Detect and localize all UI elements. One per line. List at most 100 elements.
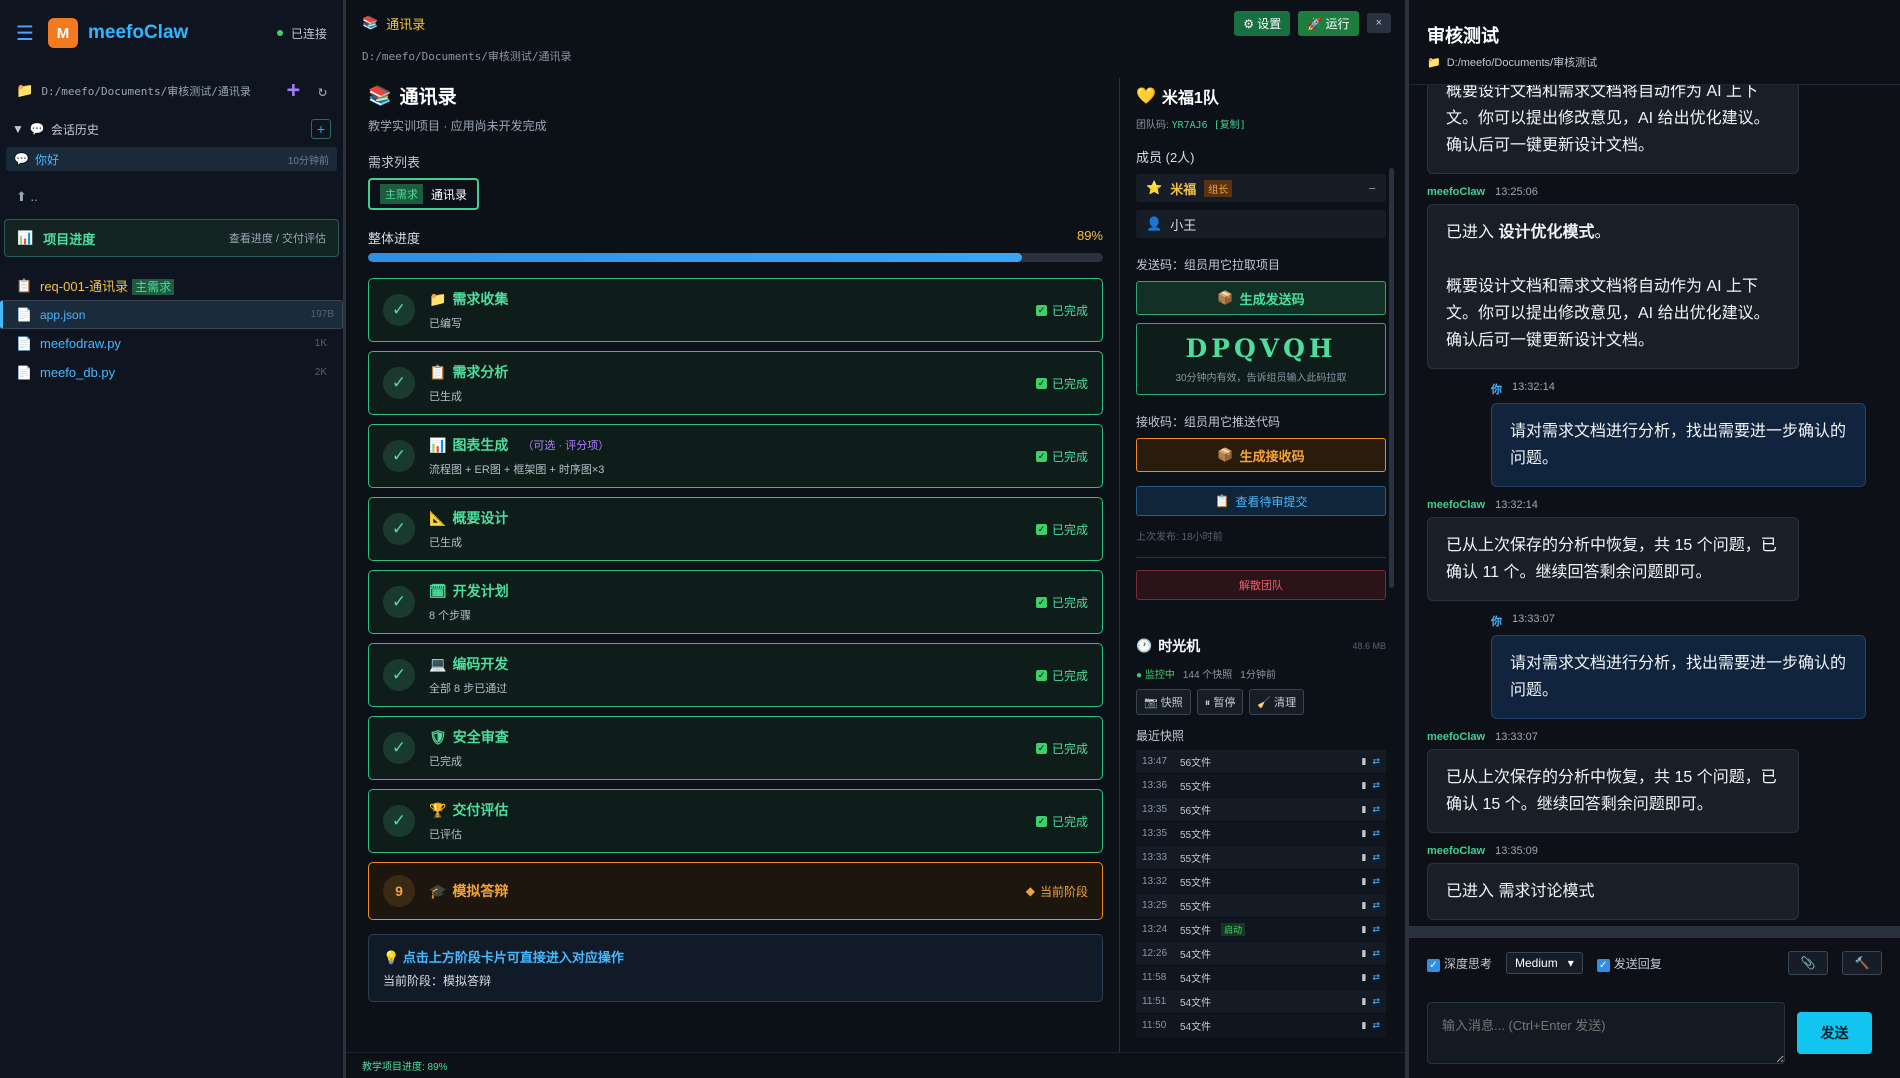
- file-icon[interactable]: ▮: [1362, 828, 1367, 839]
- collapse-icon[interactable]: ▼: [12, 122, 24, 136]
- snapshot-row[interactable]: 13:24 55文件 启动 ▮ ⇄: [1136, 918, 1386, 942]
- pending-review-label: 查看待审提交: [1235, 494, 1308, 509]
- stage-card[interactable]: ✓ 📋 需求分析 已生成 ✓ 已完成: [368, 351, 1103, 415]
- menu-icon[interactable]: ☰: [16, 21, 38, 46]
- restore-icon[interactable]: ⇄: [1372, 852, 1380, 863]
- session-item[interactable]: 💬 你好 10分钟前: [6, 147, 337, 171]
- new-session-button[interactable]: +: [311, 119, 331, 139]
- generate-send-code-button[interactable]: 📦 生成发送码: [1136, 281, 1386, 315]
- file-item[interactable]: 📄 meefo_db.py 2K: [0, 358, 343, 387]
- file-icon[interactable]: ▮: [1362, 1020, 1367, 1031]
- stage-card[interactable]: ✓ 📊 图表生成 （可选 · 评分项） 流程图 + ER图 + 框架图 + 时序图×…: [368, 424, 1103, 488]
- snapshot-row[interactable]: 11:51 54文件 ▮ ⇄: [1136, 990, 1386, 1014]
- check-icon: ✓: [383, 659, 415, 691]
- restore-icon[interactable]: ⇄: [1372, 1020, 1380, 1031]
- project-progress-button[interactable]: 📊 项目进度 查看进度 / 交付评估: [4, 219, 339, 257]
- snapshot-row[interactable]: 13:35 56文件 ▮ ⇄: [1136, 798, 1386, 822]
- refresh-icon[interactable]: ↻: [318, 82, 327, 100]
- snapshot-row[interactable]: 11:50 54文件 ▮ ⇄: [1136, 1014, 1386, 1038]
- stage-card[interactable]: ✓ 🗓 开发计划 8 个步骤 ✓ 已完成: [368, 570, 1103, 634]
- message-time: 13:25:06: [1495, 186, 1538, 198]
- restore-icon[interactable]: ⇄: [1372, 876, 1380, 887]
- send-button[interactable]: 发送: [1797, 1012, 1872, 1054]
- scrollbar[interactable]: [1409, 926, 1900, 938]
- message-line: 请对需求文档进行分析，找出需要进一步确认的: [1510, 655, 1847, 672]
- restore-icon[interactable]: ⇄: [1372, 948, 1380, 959]
- member-item[interactable]: 👤 小王: [1136, 210, 1386, 238]
- parent-dir-label: ..: [30, 189, 38, 204]
- last-publish: 上次发布: 18小时前: [1136, 532, 1223, 543]
- file-item[interactable]: 📋 req-001-通讯录 主需求: [0, 271, 343, 300]
- snapshot-row[interactable]: 12:26 54文件 ▮ ⇄: [1136, 942, 1386, 966]
- restore-icon[interactable]: ⇄: [1372, 972, 1380, 983]
- file-icon[interactable]: ▮: [1362, 972, 1367, 983]
- broom-icon: 🧹: [1257, 697, 1272, 709]
- pending-review-button[interactable]: 📋 查看待审提交: [1136, 486, 1386, 516]
- scrollbar[interactable]: [1389, 168, 1394, 588]
- restore-icon[interactable]: ⇄: [1372, 924, 1380, 935]
- run-button[interactable]: 🚀 运行: [1298, 10, 1359, 36]
- level-select[interactable]: Medium ▾: [1506, 952, 1583, 974]
- req-chip[interactable]: 主需求 通讯录: [368, 178, 480, 210]
- stage-card[interactable]: ✓ 💻 编码开发 全部 8 步已通过 ✓ 已完成: [368, 643, 1103, 707]
- parent-dir[interactable]: ⬆ ..: [0, 173, 343, 213]
- snapshot-button[interactable]: 📷 快照: [1136, 689, 1191, 715]
- file-icon[interactable]: ▮: [1362, 996, 1367, 1007]
- file-icon[interactable]: ▮: [1362, 852, 1367, 863]
- file-item[interactable]: 📄 meefodraw.py 1K: [0, 329, 343, 358]
- snapshot-row[interactable]: 13:25 55文件 ▮ ⇄: [1136, 894, 1386, 918]
- file-item[interactable]: 📄 app.json 197B: [0, 300, 343, 329]
- close-button[interactable]: ×: [1366, 13, 1391, 33]
- snapshot-row[interactable]: 13:32 55文件 ▮ ⇄: [1136, 870, 1386, 894]
- file-name: req-001-通讯录 主需求: [40, 276, 327, 295]
- file-icon[interactable]: ▮: [1362, 804, 1367, 815]
- generate-send-code-label: 生成发送码: [1239, 291, 1305, 307]
- restore-icon[interactable]: ⇄: [1372, 900, 1380, 911]
- chat-message: 你 13:32:14 请对需求文档进行分析，找出需要进一步确认的 问题。: [1427, 381, 1882, 487]
- settings-button[interactable]: ⚙ 设置: [1234, 10, 1291, 36]
- stage-card-current[interactable]: 9 🎓 模拟答辩 ◆ 当前阶段: [368, 862, 1103, 920]
- generate-recv-code-button[interactable]: 📦 生成接收码: [1136, 438, 1386, 472]
- clean-button[interactable]: 🧹 清理: [1249, 689, 1305, 715]
- heart-icon: 💛: [1136, 88, 1156, 105]
- send-code[interactable]: DPQVQH: [1185, 334, 1336, 363]
- check-icon: ✓: [383, 586, 415, 618]
- restore-icon[interactable]: ⇄: [1372, 996, 1380, 1007]
- restore-icon[interactable]: ⇄: [1372, 780, 1380, 791]
- stage-card[interactable]: ✓ 📐 概要设计 已生成 ✓ 已完成: [368, 497, 1103, 561]
- team-code[interactable]: YR7AJ6 [复制]: [1172, 120, 1246, 131]
- snapshot-interval: 1分钟前: [1240, 670, 1276, 681]
- snapshot-row[interactable]: 13:33 55文件 ▮ ⇄: [1136, 846, 1386, 870]
- file-icon[interactable]: ▮: [1362, 876, 1367, 887]
- restore-icon[interactable]: ⇄: [1372, 756, 1380, 767]
- message-input[interactable]: [1427, 1002, 1785, 1064]
- message-line: 问题。: [1510, 450, 1559, 467]
- package-icon: 📦: [1217, 447, 1234, 462]
- deep-think-toggle[interactable]: ✓ 深度思考: [1427, 955, 1492, 972]
- remove-icon[interactable]: −: [1368, 181, 1376, 196]
- pause-button[interactable]: ⏸ 暂停: [1196, 689, 1244, 715]
- stage-card[interactable]: ✓ 🛡 安全审查 已完成 ✓ 已完成: [368, 716, 1103, 780]
- snapshot-row[interactable]: 13:47 56文件 ▮ ⇄: [1136, 750, 1386, 774]
- stage-card[interactable]: ✓ 🏆 交付评估 已评估 ✓ 已完成: [368, 789, 1103, 853]
- file-icon[interactable]: ▮: [1362, 780, 1367, 791]
- attach-button[interactable]: 📎: [1788, 951, 1828, 975]
- add-icon[interactable]: +: [287, 78, 300, 103]
- send-reply-toggle[interactable]: ✓ 发送回复: [1596, 955, 1662, 972]
- snapshot-row[interactable]: 11:58 54文件 ▮ ⇄: [1136, 966, 1386, 990]
- restore-icon[interactable]: ⇄: [1372, 828, 1380, 839]
- snapshot-row[interactable]: 13:36 55文件 ▮ ⇄: [1136, 774, 1386, 798]
- checkbox-icon: ✓: [1035, 742, 1047, 754]
- member-item[interactable]: ⭐ 米福 组长 −: [1136, 174, 1386, 202]
- stage-card[interactable]: ✓ 📁 需求收集 已编写 ✓ 已完成: [368, 278, 1103, 342]
- file-icon[interactable]: ▮: [1362, 756, 1367, 767]
- file-icon[interactable]: ▮: [1362, 948, 1367, 959]
- snapshot-files: 56文件: [1180, 758, 1212, 769]
- snapshot-button-label: 快照: [1160, 697, 1183, 709]
- file-icon[interactable]: ▮: [1362, 900, 1367, 911]
- tools-button[interactable]: 🔨: [1842, 951, 1882, 975]
- file-icon[interactable]: ▮: [1362, 924, 1367, 935]
- snapshot-row[interactable]: 13:35 55文件 ▮ ⇄: [1136, 822, 1386, 846]
- dissolve-team-button[interactable]: 解散团队: [1136, 570, 1386, 600]
- restore-icon[interactable]: ⇄: [1372, 804, 1380, 815]
